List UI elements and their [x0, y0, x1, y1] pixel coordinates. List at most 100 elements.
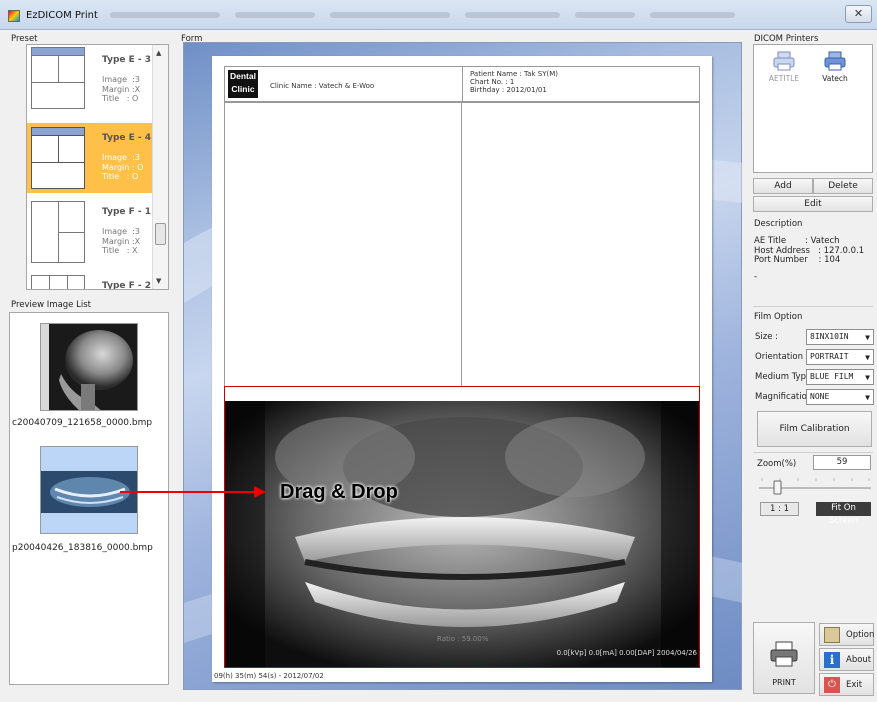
preset-label: Preset	[11, 34, 38, 44]
print-button[interactable]: PRINT	[753, 622, 815, 694]
add-printer-button[interactable]: Add	[753, 178, 813, 194]
exit-label: Exit	[846, 680, 863, 690]
zoom-one-to-one-button[interactable]: 1 : 1	[760, 502, 799, 516]
ceph-xray-image	[41, 324, 137, 410]
layout-thumbnail	[31, 275, 85, 289]
description-label: Description	[754, 219, 803, 229]
birthday: Birthday : 2012/01/01	[470, 86, 547, 94]
preview-label: Preview Image List	[11, 300, 91, 310]
edit-printer-button[interactable]: Edit	[753, 196, 873, 212]
printer-name: AETITLE	[768, 74, 800, 83]
clinic-name: Clinic Name : Vatech & E-Woo	[270, 82, 375, 90]
printer-icon	[824, 51, 846, 71]
preview-filename: c20040709_121658_0000.bmp	[12, 418, 153, 428]
blurred-tab	[650, 12, 735, 18]
close-button[interactable]: ✕	[845, 5, 872, 23]
clinic-logo: Dental Clinic	[228, 70, 258, 98]
preset-list[interactable]: Type E - 3 Image :3 Margin :X Title : O …	[26, 44, 169, 290]
preset-meta: Image :3 Margin :X Title : O	[102, 75, 141, 103]
preset-name: Type F - 1	[102, 207, 152, 217]
option-label: Option	[846, 630, 875, 640]
size-label: Size :	[755, 332, 779, 342]
printer-icon	[770, 641, 798, 667]
image-slot-1[interactable]	[224, 102, 462, 387]
blurred-tab	[110, 12, 220, 18]
fit-on-screen-button[interactable]: Fit On Screen	[816, 502, 871, 526]
preview-thumb-ceph[interactable]	[40, 323, 138, 411]
description-dash: -	[754, 272, 758, 282]
preview-filename: p20040426_183816_0000.bmp	[12, 543, 153, 553]
zoom-label: Zoom(%)	[757, 459, 797, 469]
info-icon: i	[824, 652, 840, 668]
magnification-select[interactable]: NONE ▼	[806, 389, 874, 405]
chevron-down-icon: ▼	[865, 353, 870, 362]
exit-button[interactable]: ⏻ Exit	[819, 673, 874, 696]
preset-name: Type E - 3	[102, 55, 152, 65]
ratio-label: Ratio : 59.00%	[437, 635, 489, 643]
divider	[753, 306, 873, 307]
preset-item-type-e-3[interactable]: Type E - 3 Image :3 Margin :X Title : O	[27, 45, 154, 115]
blurred-tab	[465, 12, 560, 18]
print-timestamp: 09(h) 35(m) 54(s) - 2012/07/02	[214, 672, 324, 680]
magnification-value: NONE	[810, 392, 830, 401]
zoom-input[interactable]: 59	[813, 455, 871, 470]
printer-list[interactable]: AETITLE Vatech	[753, 44, 873, 173]
blurred-tab	[330, 12, 450, 18]
exposure-info: 0.0[kVp] 0.0[mA] 0.00[DAP] 2004/04/26	[556, 649, 697, 657]
orientation-value: PORTRAIT	[810, 352, 849, 361]
divider	[753, 452, 873, 453]
power-icon: ⏻	[824, 677, 840, 693]
delete-printer-button[interactable]: Delete	[813, 178, 873, 194]
printer-item-vatech[interactable]: Vatech	[814, 51, 856, 83]
logo-line-2: Clinic	[231, 84, 255, 94]
about-label: About	[846, 655, 872, 665]
image-slot-2[interactable]	[461, 102, 700, 387]
orientation-select[interactable]: PORTRAIT ▼	[806, 349, 874, 365]
medium-type-value: BLUE FILM	[810, 372, 854, 381]
printer-name: Vatech	[822, 74, 848, 83]
blurred-tab	[235, 12, 315, 18]
chevron-down-icon: ▼	[865, 333, 870, 342]
zoom-slider-thumb[interactable]	[773, 480, 782, 495]
chevron-down-icon: ▼	[865, 393, 870, 402]
drag-drop-label: Drag & Drop	[280, 481, 398, 503]
window-title: EzDICOM Print	[26, 10, 98, 21]
preset-meta: Image :3 Margin :X Title : X	[102, 227, 141, 255]
image-slot-3-panoramic[interactable]: Ratio : 59.00% 0.0[kVp] 0.0[mA] 0.00[DAP…	[224, 386, 700, 668]
drag-arrow	[120, 486, 266, 498]
print-label: PRINT	[772, 678, 796, 687]
zoom-slider[interactable]	[757, 474, 873, 496]
logo-line-1: Dental	[230, 71, 256, 81]
scroll-down-icon[interactable]: ▼	[156, 277, 161, 285]
chart-number: Chart No. : 1	[470, 78, 515, 86]
preset-item-type-f-1[interactable]: Type F - 1 Image :3 Margin :X Title : X	[27, 197, 154, 267]
chevron-down-icon: ▼	[865, 373, 870, 382]
scroll-thumb[interactable]	[155, 223, 166, 245]
option-button[interactable]: Option	[819, 623, 874, 646]
preset-scrollbar[interactable]: ▲ ▼	[152, 45, 168, 289]
preset-item-type-e-4[interactable]: Type E - 4 Image :3 Margin : O Title : O	[27, 123, 154, 193]
patient-info: Patient Name : Tak SY(M) Chart No. : 1 B…	[470, 70, 558, 94]
app-icon	[8, 10, 20, 22]
printer-icon	[773, 51, 795, 71]
preset-item-type-f-2[interactable]: Type F - 2	[27, 271, 154, 290]
orientation-label: Orientation :	[755, 352, 809, 362]
layout-thumbnail	[31, 201, 85, 263]
preset-name: Type F - 2	[102, 281, 152, 290]
preset-meta: Image :3 Margin : O Title : O	[102, 153, 144, 181]
layout-thumbnail	[31, 127, 85, 189]
size-value: 8INX10IN	[810, 332, 849, 341]
film-calibration-button[interactable]: Film Calibration	[757, 411, 872, 447]
size-select[interactable]: 8INX10IN ▼	[806, 329, 874, 345]
patient-name: Patient Name : Tak SY(M)	[470, 70, 558, 78]
about-button[interactable]: i About	[819, 648, 874, 671]
printer-item-aetitle[interactable]: AETITLE	[764, 51, 804, 83]
panoramic-xray-image	[225, 401, 699, 667]
preset-name: Type E - 4	[102, 133, 152, 143]
scroll-up-icon[interactable]: ▲	[156, 49, 161, 57]
blurred-tab	[575, 12, 635, 18]
film-option-label: Film Option	[754, 312, 803, 322]
medium-type-select[interactable]: BLUE FILM ▼	[806, 369, 874, 385]
layout-thumbnail	[31, 47, 85, 109]
option-icon	[824, 627, 840, 643]
